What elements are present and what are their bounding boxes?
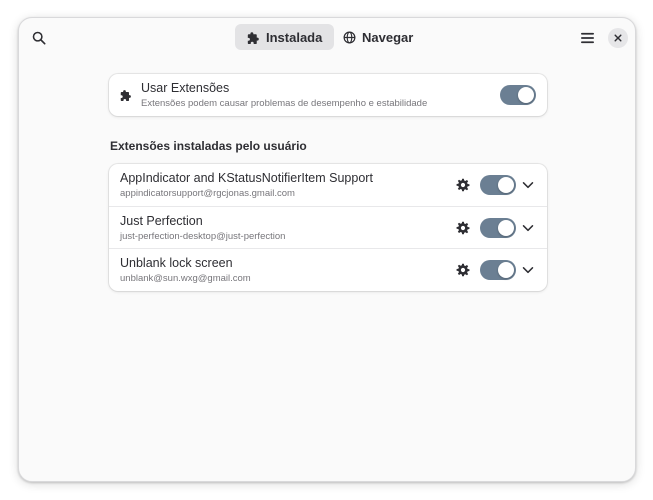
- use-extensions-switch[interactable]: [500, 85, 536, 105]
- gear-icon[interactable]: [456, 178, 470, 192]
- chevron-down-icon[interactable]: [522, 264, 534, 276]
- close-button[interactable]: [608, 28, 628, 48]
- main-menu-button[interactable]: [575, 26, 599, 50]
- puzzle-icon: [247, 31, 259, 44]
- tab-browse-label: Navegar: [362, 29, 414, 45]
- extension-toggle[interactable]: [480, 218, 516, 238]
- installed-section-heading: Extensões instaladas pelo usuário: [110, 139, 307, 153]
- close-icon: [614, 34, 622, 42]
- switch-knob: [498, 262, 514, 278]
- use-extensions-title: Usar Extensões: [141, 81, 230, 95]
- extension-uuid: just-perfection-desktop@just-perfection: [120, 231, 286, 242]
- extension-name: Unblank lock screen: [120, 256, 233, 270]
- extension-toggle[interactable]: [480, 260, 516, 280]
- extensions-list: AppIndicator and KStatusNotifierItem Sup…: [109, 164, 547, 291]
- extension-uuid: unblank@sun.wxg@gmail.com: [120, 273, 251, 284]
- search-button[interactable]: [27, 26, 51, 50]
- extension-row[interactable]: Just Perfection just-perfection-desktop@…: [109, 206, 547, 248]
- gear-icon[interactable]: [456, 263, 470, 277]
- puzzle-icon: [120, 90, 131, 101]
- extension-row[interactable]: Unblank lock screen unblank@sun.wxg@gmai…: [109, 248, 547, 290]
- chevron-down-icon[interactable]: [522, 179, 534, 191]
- switch-knob: [518, 87, 534, 103]
- use-extensions-card: Usar Extensões Extensões podem causar pr…: [109, 74, 547, 116]
- chevron-down-icon[interactable]: [522, 222, 534, 234]
- tab-installed-label: Instalada: [266, 29, 323, 45]
- gear-icon[interactable]: [456, 221, 470, 235]
- switch-knob: [498, 220, 514, 236]
- search-icon: [32, 31, 46, 45]
- use-extensions-subtitle: Extensões podem causar problemas de dese…: [141, 98, 428, 109]
- extension-name: Just Perfection: [120, 214, 203, 228]
- switch-knob: [498, 177, 514, 193]
- globe-icon: [343, 31, 356, 43]
- extension-toggle[interactable]: [480, 175, 516, 195]
- extension-row[interactable]: AppIndicator and KStatusNotifierItem Sup…: [109, 164, 547, 206]
- extension-name: AppIndicator and KStatusNotifierItem Sup…: [120, 171, 373, 185]
- tab-installed[interactable]: Instalada: [235, 24, 335, 50]
- tab-browse[interactable]: Navegar: [331, 24, 425, 50]
- extension-uuid: appindicatorsupport@rgcjonas.gmail.com: [120, 188, 295, 199]
- hamburger-menu-icon: [580, 32, 594, 44]
- extensions-window: Instalada Navegar Usar Extensões Extensõ…: [18, 17, 636, 482]
- header-bar: Instalada Navegar: [19, 18, 635, 58]
